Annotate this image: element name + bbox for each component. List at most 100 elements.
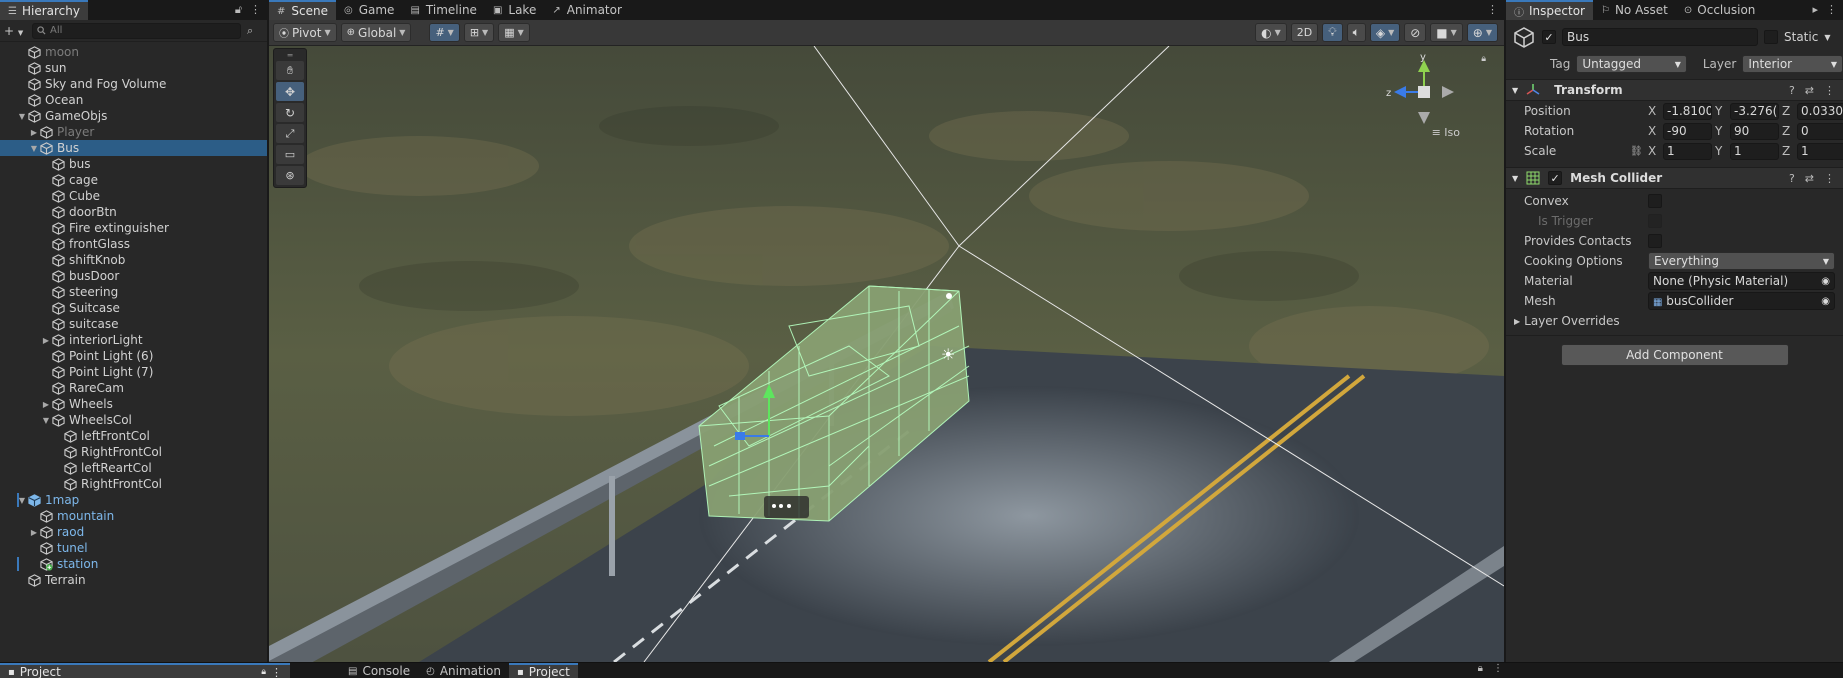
layer-dropdown[interactable]: Interior ▼: [1742, 55, 1843, 73]
tab-animation[interactable]: ◴ Animation: [418, 663, 509, 678]
hierarchy-item[interactable]: bus: [0, 156, 267, 172]
static-dropdown-icon[interactable]: ▼: [1824, 33, 1830, 42]
kebab-menu-icon[interactable]: ⋮: [1493, 663, 1503, 678]
hierarchy-item[interactable]: Suitcase: [0, 300, 267, 316]
mesh-field[interactable]: ▦ busCollider ◉: [1648, 292, 1835, 310]
position-y-field[interactable]: -3.276(: [1730, 102, 1779, 120]
foldout-closed-icon[interactable]: ▶: [28, 128, 40, 137]
hierarchy-search-input[interactable]: All: [32, 22, 241, 39]
rect-tool-button[interactable]: ▭: [276, 145, 304, 164]
tab-hierarchy[interactable]: ☰ Hierarchy: [0, 0, 88, 20]
foldout-closed-icon[interactable]: ▶: [28, 528, 40, 537]
hierarchy-item[interactable]: RightFrontCol: [0, 444, 267, 460]
object-picker-icon[interactable]: ◉: [1821, 276, 1830, 287]
hierarchy-item[interactable]: Point Light (7): [0, 364, 267, 380]
tab-lake[interactable]: ▣ Lake: [485, 0, 544, 20]
position-x-field[interactable]: -1.8100: [1663, 102, 1712, 120]
hierarchy-item[interactable]: mountain: [0, 508, 267, 524]
hierarchy-item[interactable]: leftReartCol: [0, 460, 267, 476]
hierarchy-item[interactable]: ▶ Player: [0, 124, 267, 140]
hierarchy-item[interactable]: tunel: [0, 540, 267, 556]
rotate-tool-button[interactable]: ↻: [276, 103, 304, 122]
mesh-collider-header[interactable]: ▼ ✓ Mesh Collider ? ⇄ ⋮: [1506, 167, 1843, 189]
tag-dropdown[interactable]: Untagged ▼: [1576, 55, 1687, 73]
tab-no-asset[interactable]: ⚐ No Asset: [1593, 0, 1676, 20]
transform-header[interactable]: ▼ Transform ? ⇄ ⋮: [1506, 79, 1843, 101]
tab-project[interactable]: ▪ Project: [509, 663, 578, 678]
preset-icon[interactable]: ⇄: [1805, 84, 1814, 97]
tab-animator[interactable]: ↗ Animator: [544, 0, 630, 20]
scale-y-field[interactable]: 1: [1730, 142, 1779, 160]
add-component-button[interactable]: Add Component: [1560, 344, 1789, 366]
hierarchy-item[interactable]: Cube: [0, 188, 267, 204]
material-field[interactable]: None (Physic Material) ◉: [1648, 272, 1835, 290]
position-z-field[interactable]: 0.0330: [1797, 102, 1843, 120]
hierarchy-item[interactable]: ▼ 1map: [0, 492, 267, 508]
hierarchy-item[interactable]: ▶ interiorLight: [0, 332, 267, 348]
grid-snapping-button[interactable]: # ▼: [429, 23, 460, 42]
preset-icon[interactable]: ⇄: [1805, 172, 1814, 185]
help-icon[interactable]: ?: [1789, 84, 1795, 97]
effects-dropdown[interactable]: ◈ ▼: [1369, 23, 1401, 42]
rotation-y-field[interactable]: 90: [1730, 122, 1779, 140]
tab-inspector[interactable]: ⓘ Inspector: [1506, 0, 1593, 20]
active-checkbox[interactable]: ✓: [1542, 30, 1556, 44]
draw-mode-dropdown[interactable]: ◐ ▼: [1255, 23, 1287, 42]
rotation-z-field[interactable]: 0: [1797, 122, 1843, 140]
static-checkbox[interactable]: [1764, 30, 1778, 44]
scale-tool-button[interactable]: ⤢: [276, 124, 304, 143]
layer-overrides-row[interactable]: ▶ Layer Overrides: [1506, 311, 1843, 331]
tab-scene[interactable]: # Scene: [269, 0, 336, 20]
tab-occlusion[interactable]: ⊙ Occlusion: [1676, 0, 1764, 20]
hierarchy-item[interactable]: steering: [0, 284, 267, 300]
help-icon[interactable]: ?: [1789, 172, 1795, 185]
foldout-open-icon[interactable]: ▼: [40, 416, 52, 425]
pivot-toggle[interactable]: ⦿ Pivot ▼: [273, 23, 337, 42]
object-picker-icon[interactable]: ◉: [1821, 296, 1830, 307]
hierarchy-item[interactable]: Ocean: [0, 92, 267, 108]
hierarchy-item[interactable]: leftFrontCol: [0, 428, 267, 444]
hierarchy-item[interactable]: sun: [0, 60, 267, 76]
hierarchy-item[interactable]: station: [0, 556, 267, 572]
rotation-x-field[interactable]: -90: [1663, 122, 1712, 140]
audio-toggle[interactable]: 🔈︎: [1346, 23, 1366, 42]
hierarchy-item[interactable]: ▼ GameObjs: [0, 108, 267, 124]
mesh-collider-enabled-checkbox[interactable]: ✓: [1548, 171, 1563, 185]
more-tabs-icon[interactable]: ▸: [1812, 3, 1818, 16]
scene-search-icon[interactable]: ⌕: [247, 24, 263, 38]
tab-project-left[interactable]: ▪ Project 🔒︎ ⋮: [0, 663, 290, 678]
lock-icon[interactable]: 🔒︎: [1478, 663, 1483, 678]
hierarchy-item[interactable]: RightFrontCol: [0, 476, 267, 492]
lighting-toggle[interactable]: 💡︎: [1322, 23, 1343, 42]
move-tool-button[interactable]: ✥: [276, 82, 304, 101]
lock-icon[interactable]: 🔒︎: [261, 667, 266, 677]
hierarchy-item[interactable]: ▼ Bus: [0, 140, 267, 156]
object-name-field[interactable]: Bus: [1562, 28, 1758, 46]
convex-checkbox[interactable]: [1648, 194, 1662, 208]
hierarchy-item[interactable]: moon: [0, 44, 267, 60]
lock-icon[interactable]: 🔓︎: [235, 3, 242, 17]
hierarchy-item[interactable]: doorBtn: [0, 204, 267, 220]
gizmos-dropdown[interactable]: ⊕ ▼: [1466, 23, 1498, 42]
hierarchy-item[interactable]: ▶ raod: [0, 524, 267, 540]
hidden-objects-toggle[interactable]: ⊘: [1404, 23, 1427, 42]
hierarchy-item[interactable]: Fire extinguisher: [0, 220, 267, 236]
foldout-open-icon[interactable]: ▼: [16, 112, 28, 121]
orientation-gizmo[interactable]: y z: [1384, 52, 1464, 134]
kebab-menu-icon[interactable]: ⋮: [1487, 3, 1498, 16]
hand-tool-button[interactable]: ✋︎: [276, 61, 304, 80]
kebab-menu-icon[interactable]: ⋮: [1826, 3, 1837, 16]
hierarchy-item[interactable]: suitcase: [0, 316, 267, 332]
hierarchy-item[interactable]: Point Light (6): [0, 348, 267, 364]
tab-timeline[interactable]: ▤ Timeline: [402, 0, 484, 20]
hierarchy-item[interactable]: shiftKnob: [0, 252, 267, 268]
2d-mode-toggle[interactable]: 2D: [1290, 23, 1319, 42]
kebab-menu-icon[interactable]: ⋮: [271, 666, 282, 678]
scale-x-field[interactable]: 1: [1663, 142, 1712, 160]
hierarchy-item[interactable]: ▼ WheelsCol: [0, 412, 267, 428]
camera-settings-dropdown[interactable]: ■ ▼: [1430, 23, 1463, 42]
constrain-proportions-icon[interactable]: ⛓︎: [1630, 146, 1643, 157]
tab-game[interactable]: ◎ Game: [336, 0, 402, 20]
transform-tool-button[interactable]: ⊛: [276, 166, 304, 185]
hierarchy-item[interactable]: busDoor: [0, 268, 267, 284]
